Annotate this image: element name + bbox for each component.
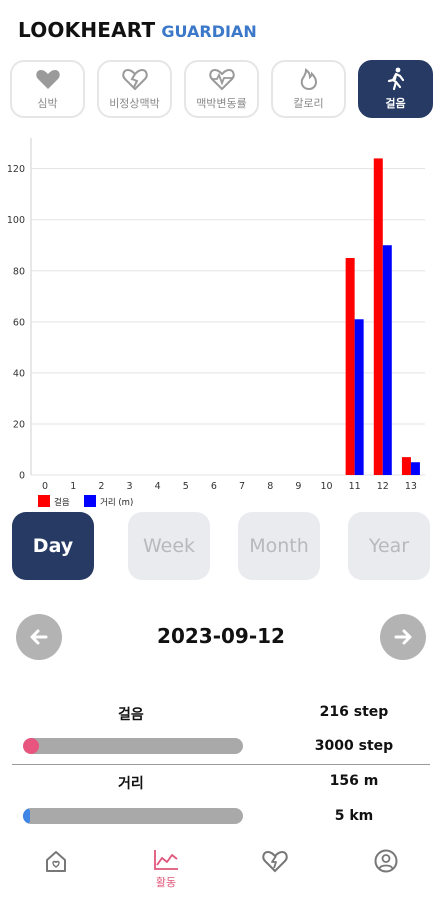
arrow-right-icon: [394, 629, 412, 645]
x-tick-label: 13: [405, 481, 417, 492]
tab-home[interactable]: [26, 848, 86, 892]
legend-label: 거리 (m): [100, 498, 133, 508]
steps-progress-bar: [23, 738, 243, 754]
x-tick-label: 1: [70, 481, 76, 492]
heart-pulse-icon: [208, 68, 235, 91]
profile-icon: [374, 849, 398, 873]
y-tick-label: 120: [7, 164, 25, 175]
category-label: 걸음: [385, 97, 406, 110]
steps-progress-fill: [23, 738, 39, 754]
x-tick-label: 5: [183, 481, 189, 492]
category-hrv-button[interactable]: 맥박변동률: [184, 60, 259, 118]
x-tick-label: 2: [98, 481, 104, 492]
category-arrhythmia-button[interactable]: 비정상맥박: [97, 60, 172, 118]
x-tick-label: 3: [126, 481, 132, 492]
bar-steps: [345, 257, 355, 475]
app-title: LOOKHEART: [18, 18, 156, 42]
period-month-button[interactable]: Month: [238, 512, 320, 580]
category-calorie-button[interactable]: 칼로리: [271, 60, 346, 118]
x-tick-label: 10: [320, 481, 332, 492]
activity-chart-icon: [154, 850, 178, 870]
walking-icon: [387, 67, 404, 91]
y-tick-label: 40: [13, 368, 25, 379]
x-tick-label: 0: [42, 481, 48, 492]
bottom-tab-bar: 활동: [0, 840, 441, 900]
category-label: 맥박변동률: [196, 97, 247, 110]
x-tick-label: 4: [155, 481, 161, 492]
distance-label: 거리: [118, 776, 144, 792]
x-tick-label: 8: [267, 481, 273, 492]
y-tick-label: 20: [13, 419, 25, 430]
distance-progress-fill: [23, 808, 30, 824]
heart-icon: [35, 70, 60, 89]
stats-divider: [12, 764, 430, 765]
tab-activity-label: 활동: [155, 876, 177, 889]
x-tick-label: 9: [295, 481, 301, 492]
distance-goal: 5 km: [334, 808, 374, 824]
bar-distance: [354, 319, 364, 475]
bar-distance: [382, 245, 392, 475]
steps-bar-chart: 0204060801001200 1 2 3 4 5 6 7 8 9 10 11 12 13걸음 거리 (m…: [7, 138, 425, 508]
category-steps-button[interactable]: 걸음: [358, 60, 433, 118]
category-heart-rate-button[interactable]: 심박: [10, 60, 85, 118]
date-navigation: 2023-09-12: [16, 614, 426, 662]
heart-bolt-icon: [262, 850, 288, 873]
x-tick-label: 11: [349, 481, 361, 492]
category-label: 비정상맥박: [109, 97, 160, 110]
y-tick-label: 0: [19, 471, 25, 482]
app-subtitle: GUARDIAN: [161, 22, 257, 41]
bar-steps: [401, 457, 411, 475]
y-tick-label: 60: [13, 317, 25, 328]
category-selector: 심박 비정상맥박 맥박변동률 칼로리 걸음: [10, 60, 434, 118]
steps-goal: 3000 step: [314, 738, 394, 754]
app-header: LOOKHEART GUARDIAN: [18, 18, 257, 46]
period-week-button[interactable]: Week: [128, 512, 210, 580]
distance-value: 156 m: [329, 773, 379, 789]
x-tick-label: 12: [377, 481, 389, 492]
steps-label: 걸음: [118, 707, 144, 723]
category-label: 칼로리: [293, 97, 324, 110]
bar-distance: [410, 462, 420, 475]
next-date-button[interactable]: [380, 614, 426, 660]
y-tick-label: 100: [7, 215, 25, 226]
steps-value: 216 step: [319, 704, 389, 720]
x-tick-label: 6: [211, 481, 217, 492]
tab-activity[interactable]: 활동: [136, 848, 196, 892]
period-selector: Day Week Month Year: [12, 512, 432, 580]
period-year-button[interactable]: Year: [348, 512, 430, 580]
legend-swatch: [84, 495, 96, 507]
home-icon: [46, 851, 66, 872]
flame-icon: [300, 68, 317, 91]
tab-profile[interactable]: [356, 848, 416, 892]
category-label: 심박: [37, 97, 58, 110]
distance-progress-bar: [23, 808, 243, 824]
legend-swatch: [38, 495, 50, 507]
x-tick-label: 7: [239, 481, 245, 492]
tab-heart[interactable]: [245, 848, 305, 892]
period-day-button[interactable]: Day: [12, 512, 94, 580]
legend-label: 걸음: [54, 498, 70, 508]
current-date: 2023-09-12: [157, 624, 285, 648]
y-tick-label: 80: [13, 266, 25, 277]
bar-steps: [373, 158, 383, 475]
broken-heart-icon: [121, 68, 148, 91]
